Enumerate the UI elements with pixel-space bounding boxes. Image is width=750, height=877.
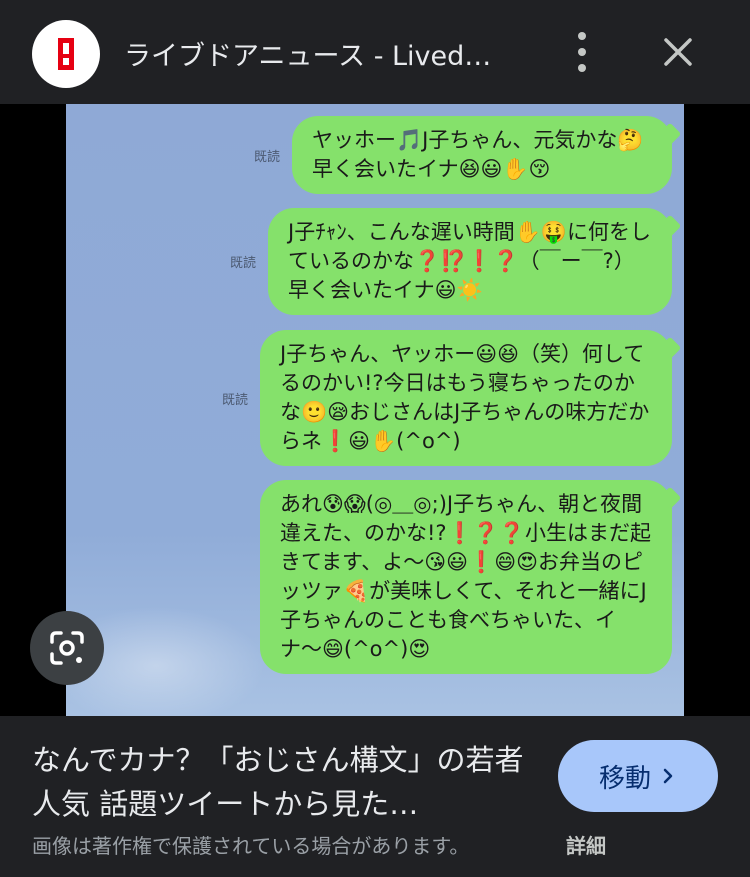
chat-screenshot: 既読 ヤッホー🎵J子ちゃん、元気かな🤔早く会いたイナ😆😃✋😚 既読 J子ﾁｬﾝ、… (66, 104, 684, 716)
chat-message: 既読 J子ﾁｬﾝ、こんな遅い時間✋🤑に何をしているのかな❓⁉️❗❓（￣ー￣?）早… (230, 208, 672, 315)
site-favicon[interactable] (32, 20, 100, 88)
chat-message: 既読 J子ちゃん、ヤッホー😃😆（笑）何してるのかい!?今日はもう寝ちゃったのかな… (222, 330, 672, 466)
chat-message: あれ😰😱(◎＿◎;)J子ちゃん、朝と夜間違えた、のかな!?❗❓❓小生はまだ起きて… (248, 480, 672, 674)
message-bubble: あれ😰😱(◎＿◎;)J子ちゃん、朝と夜間違えた、のかな!?❗❓❓小生はまだ起きて… (260, 480, 672, 674)
site-title[interactable]: ライブドアニュース - Lived… (124, 34, 491, 73)
read-receipt: 既読 (221, 392, 248, 408)
close-icon[interactable] (658, 32, 698, 72)
visit-button[interactable]: 移動 (558, 740, 718, 812)
google-lens-button[interactable] (30, 611, 104, 685)
article-title[interactable]: なんでカナ？「おじさん構文」の若者人気 話題ツイートから見た… (32, 738, 532, 826)
copyright-notice: 画像は著作権で保護されている場合があります。 (32, 834, 470, 858)
message-bubble: ヤッホー🎵J子ちゃん、元気かな🤔早く会いたイナ😆😃✋😚 (292, 116, 672, 194)
details-link[interactable]: 詳細 (566, 830, 606, 859)
preview-image[interactable]: 既読 ヤッホー🎵J子ちゃん、元気かな🤔早く会いたイナ😆😃✋😚 既読 J子ﾁｬﾝ、… (0, 104, 750, 716)
result-caption: なんでカナ？「おじさん構文」の若者人気 話題ツイートから見た… 移動 画像は著作… (0, 716, 750, 877)
visit-label: 移動 (598, 763, 651, 794)
more-vert-icon[interactable] (566, 32, 598, 72)
read-receipt: 既読 (229, 256, 256, 271)
livedoor-news-logo-icon (58, 38, 74, 70)
message-bubble: J子ちゃん、ヤッホー😃😆（笑）何してるのかい!?今日はもう寝ちゃったのかな🙂😪お… (260, 330, 672, 466)
chat-message: 既読 ヤッホー🎵J子ちゃん、元気かな🤔早く会いたイナ😆😃✋😚 (254, 116, 672, 194)
chevron-right-icon (663, 768, 673, 784)
message-bubble: J子ﾁｬﾝ、こんな遅い時間✋🤑に何をしているのかな❓⁉️❗❓（￣ー￣?）早く会い… (268, 208, 672, 315)
google-lens-icon (50, 631, 84, 665)
read-receipt: 既読 (253, 149, 280, 165)
result-header: ライブドアニュース - Lived… (0, 0, 750, 104)
